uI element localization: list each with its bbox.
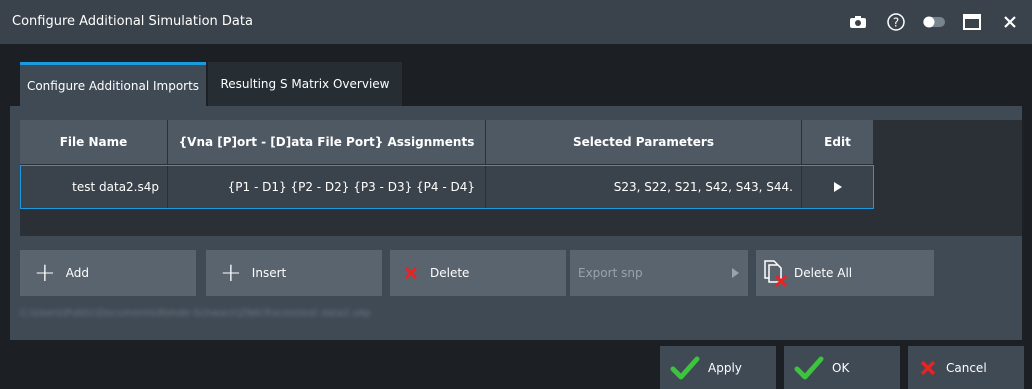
title-bar-icons: ? [846, 10, 1022, 34]
delete-button[interactable]: Delete [390, 250, 566, 296]
ok-button-label: OK [832, 360, 850, 375]
dialog-button-bar: Apply OK Cancel [0, 340, 1032, 389]
close-icon[interactable] [998, 10, 1022, 34]
tab-strip: Configure Additional Imports Resulting S… [0, 44, 1032, 106]
play-arrow-icon[interactable] [833, 181, 843, 193]
insert-button[interactable]: + Insert [206, 250, 382, 296]
plus-icon: + [220, 258, 242, 288]
checkmark-icon [794, 356, 824, 379]
insert-button-label: Insert [251, 266, 287, 280]
red-x-icon [920, 360, 936, 375]
cancel-button-label: Cancel [946, 360, 987, 375]
tab-label: Configure Additional Imports [26, 78, 200, 93]
toggle-icon[interactable] [922, 10, 946, 34]
maximize-icon[interactable] [960, 10, 984, 34]
play-arrow-icon [732, 268, 739, 278]
file-path: C:\Users\Public\Documents\Rohde-Schwarz\… [20, 308, 371, 319]
cell-assignments[interactable]: {P1 - D1} {P2 - D2} {P3 - D3} {P4 - D4} [168, 166, 486, 208]
window-title: Configure Additional Simulation Data [12, 14, 253, 29]
export-snp-button[interactable]: Export snp [570, 250, 748, 296]
cell-file-name[interactable]: test data2.s4p [21, 166, 168, 208]
checkmark-icon [670, 356, 700, 379]
tab-resulting-s-matrix-overview[interactable]: Resulting S Matrix Overview [208, 62, 402, 106]
cell-selected-parameters[interactable]: S23, S22, S21, S42, S43, S44. [486, 166, 802, 208]
column-header-assignments[interactable]: {Vna [P]ort - [D]ata File Port} Assignme… [168, 120, 486, 164]
export-snp-button-label: Export snp [578, 266, 643, 280]
title-bar: Configure Additional Simulation Data ? [0, 0, 1032, 44]
delete-all-icon [764, 260, 788, 288]
imports-table: File Name {Vna [P]ort - [D]ata File Port… [20, 120, 1022, 236]
svg-text:?: ? [893, 16, 899, 30]
ok-button[interactable]: OK [784, 346, 900, 389]
delete-button-label: Delete [430, 266, 470, 280]
table-row[interactable]: test data2.s4p {P1 - D1} {P2 - D2} {P3 -… [20, 165, 874, 209]
column-header-edit[interactable]: Edit [802, 120, 874, 164]
camera-icon[interactable] [846, 10, 870, 34]
delete-all-button[interactable]: Delete All [756, 250, 934, 296]
cell-edit[interactable] [802, 166, 873, 208]
delete-all-button-label: Delete All [794, 266, 853, 280]
apply-button[interactable]: Apply [660, 346, 776, 389]
red-x-icon [404, 266, 418, 280]
add-button-label: Add [65, 266, 90, 280]
tab-label: Resulting S Matrix Overview [220, 77, 390, 91]
imports-panel: File Name {Vna [P]ort - [D]ata File Port… [10, 106, 1022, 340]
cancel-button[interactable]: Cancel [908, 346, 1024, 389]
add-button[interactable]: + Add [20, 250, 196, 296]
column-header-selected-parameters[interactable]: Selected Parameters [486, 120, 802, 164]
tab-configure-additional-imports[interactable]: Configure Additional Imports [20, 62, 206, 106]
plus-icon: + [34, 258, 56, 288]
column-header-file-name[interactable]: File Name [20, 120, 168, 164]
help-icon[interactable]: ? [884, 10, 908, 34]
apply-button-label: Apply [708, 360, 742, 375]
